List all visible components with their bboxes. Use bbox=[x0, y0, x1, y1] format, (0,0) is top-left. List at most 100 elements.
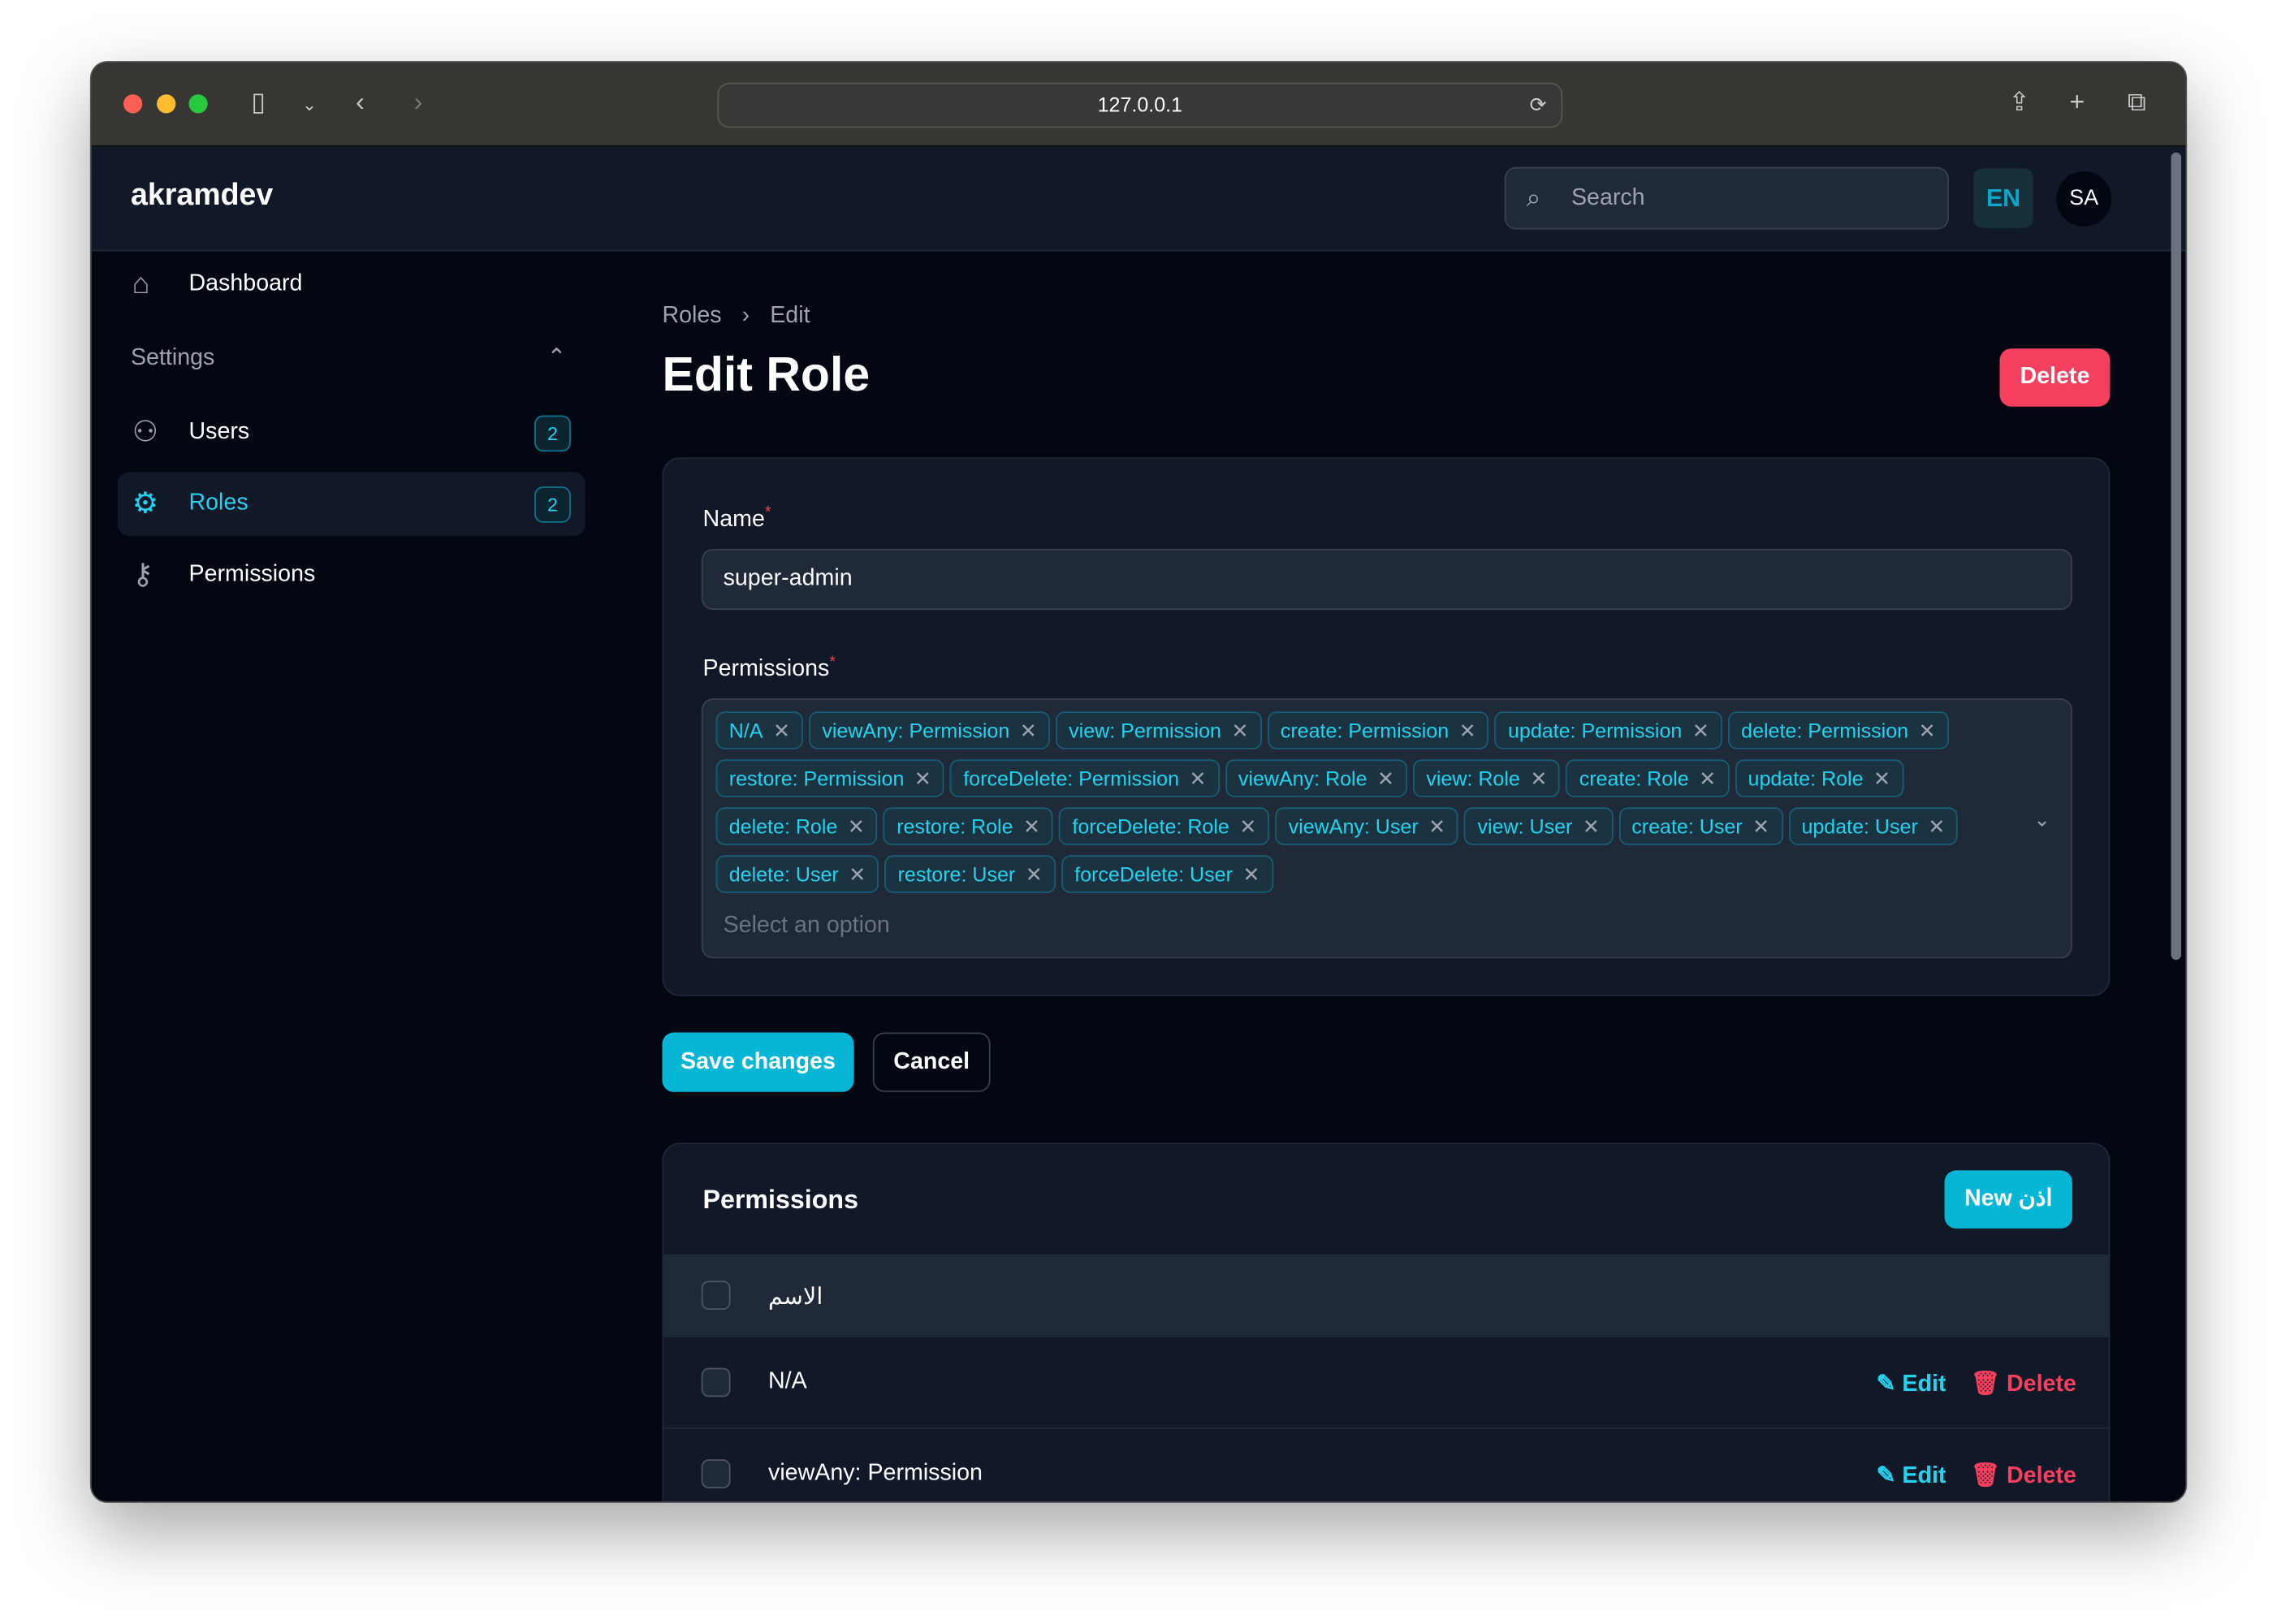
remove-tag-icon[interactable]: ✕ bbox=[1428, 814, 1445, 838]
reload-icon[interactable]: ⟳ bbox=[1530, 84, 1547, 127]
remove-tag-icon[interactable]: ✕ bbox=[1023, 814, 1040, 838]
delete-row-button[interactable]: 🗑 Delete bbox=[1971, 1369, 2076, 1398]
sidebar-group-settings[interactable]: Settings ⌃ bbox=[131, 346, 566, 372]
remove-tag-icon[interactable]: ✕ bbox=[773, 719, 790, 742]
sidebar-item-dashboard[interactable]: ⌂ Dashboard bbox=[118, 253, 585, 317]
scrollbar[interactable] bbox=[2171, 152, 2182, 961]
permission-tag: create: User ✕ bbox=[1618, 807, 1783, 845]
sidebar-item-roles[interactable]: ⚙ Roles 2 bbox=[117, 472, 585, 536]
url-text: 127.0.0.1 bbox=[1097, 93, 1183, 117]
sidebar-item-users[interactable]: ⚇ Users 2 bbox=[118, 401, 585, 465]
select-placeholder[interactable]: Select an option bbox=[724, 914, 890, 939]
gear-icon: ⚙ bbox=[132, 487, 158, 520]
remove-tag-icon[interactable]: ✕ bbox=[1190, 767, 1207, 790]
permissions-multiselect[interactable]: N/A ✕ viewAny: Permission ✕ view: Permission… bbox=[701, 698, 2072, 959]
remove-tag-icon[interactable]: ✕ bbox=[1919, 719, 1936, 742]
remove-tag-icon[interactable]: ✕ bbox=[1026, 862, 1043, 886]
column-header-name[interactable]: الاسم bbox=[768, 1282, 823, 1311]
remove-tag-icon[interactable]: ✕ bbox=[1459, 719, 1476, 742]
language-switcher[interactable]: EN bbox=[1973, 168, 2033, 228]
address-bar[interactable]: 127.0.0.1 ⟳ bbox=[717, 82, 1563, 128]
browser-titlebar: ▯ ⌄ ‹ › 127.0.0.1 ⟳ ⇪ + ⧉ bbox=[91, 62, 2186, 147]
breadcrumb-roles[interactable]: Roles bbox=[662, 304, 721, 328]
tag-label: update: Role bbox=[1748, 767, 1864, 790]
save-changes-button[interactable]: Save changes bbox=[662, 1032, 854, 1092]
tag-label: viewAny: Permission bbox=[822, 719, 1010, 742]
tag-label: delete: Role bbox=[728, 814, 838, 838]
tag-label: delete: Permission bbox=[1741, 719, 1909, 742]
tag-label: forceDelete: Permission bbox=[963, 767, 1180, 790]
delete-row-button[interactable]: 🗑 Delete bbox=[1971, 1461, 2076, 1490]
delete-label: Delete bbox=[2007, 1371, 2076, 1397]
permission-tag: forceDelete: Permission ✕ bbox=[950, 759, 1220, 797]
tabs-overview-icon[interactable]: ⧉ bbox=[2128, 87, 2146, 118]
search-input[interactable]: ⌕ Search bbox=[1504, 166, 1949, 230]
remove-tag-icon[interactable]: ✕ bbox=[849, 862, 866, 886]
tag-label: delete: User bbox=[728, 862, 839, 886]
search-placeholder: Search bbox=[1571, 185, 1645, 211]
chevron-down-icon[interactable]: ⌄ bbox=[2033, 807, 2050, 831]
delete-role-button[interactable]: Delete bbox=[1999, 348, 2111, 407]
remove-tag-icon[interactable]: ✕ bbox=[1239, 814, 1256, 838]
remove-tag-icon[interactable]: ✕ bbox=[1928, 814, 1945, 838]
required-marker: * bbox=[764, 503, 771, 521]
permission-tag: N/A ✕ bbox=[715, 711, 804, 749]
name-label: Name* bbox=[703, 504, 771, 533]
remove-tag-icon[interactable]: ✕ bbox=[1231, 719, 1248, 742]
chevron-down-icon[interactable]: ⌄ bbox=[302, 94, 317, 114]
user-avatar[interactable]: SA bbox=[2056, 171, 2112, 227]
new-tab-icon[interactable]: + bbox=[2069, 87, 2085, 118]
brand-logo[interactable]: akramdev bbox=[131, 179, 273, 214]
remove-tag-icon[interactable]: ✕ bbox=[1699, 767, 1716, 790]
permission-tag: create: Role ✕ bbox=[1566, 759, 1730, 797]
users-icon: ⚇ bbox=[132, 417, 158, 449]
row-checkbox[interactable] bbox=[701, 1367, 731, 1397]
row-checkbox[interactable] bbox=[701, 1459, 731, 1489]
remove-tag-icon[interactable]: ✕ bbox=[1530, 767, 1547, 790]
tag-label: view: Permission bbox=[1069, 719, 1221, 742]
new-permission-button[interactable]: New اذن bbox=[1944, 1170, 2072, 1229]
edit-row-button[interactable]: ✎ Edit bbox=[1876, 1369, 1946, 1398]
permission-tag: view: Permission ✕ bbox=[1056, 711, 1262, 749]
selected-tags: N/A ✕ viewAny: Permission ✕ view: Permission… bbox=[715, 711, 2023, 903]
tag-label: update: User bbox=[1801, 814, 1918, 838]
edit-label: Edit bbox=[1902, 1463, 1946, 1489]
cancel-button[interactable]: Cancel bbox=[872, 1032, 991, 1092]
minimize-window-button[interactable] bbox=[157, 94, 176, 114]
remove-tag-icon[interactable]: ✕ bbox=[1873, 767, 1890, 790]
back-icon[interactable]: ‹ bbox=[356, 87, 365, 118]
permission-tag: delete: User ✕ bbox=[715, 855, 879, 893]
maximize-window-button[interactable] bbox=[188, 94, 208, 114]
name-input[interactable]: super-admin bbox=[701, 548, 2072, 611]
sidebar-toggle-icon[interactable]: ▯ bbox=[251, 87, 266, 118]
remove-tag-icon[interactable]: ✕ bbox=[1377, 767, 1394, 790]
table-header: الاسم bbox=[663, 1255, 2109, 1337]
chevron-up-icon[interactable]: ⌃ bbox=[547, 343, 566, 372]
tag-label: create: Permission bbox=[1280, 719, 1450, 742]
remove-tag-icon[interactable]: ✕ bbox=[1020, 719, 1037, 742]
edit-label: Edit bbox=[1902, 1371, 1946, 1397]
edit-row-button[interactable]: ✎ Edit bbox=[1876, 1461, 1946, 1490]
remove-tag-icon[interactable]: ✕ bbox=[1242, 862, 1259, 886]
permissions-relation-card: Permissions New اذن الاسم N/A ✎ Edit 🗑 Del… bbox=[662, 1142, 2111, 1502]
select-all-checkbox[interactable] bbox=[701, 1281, 731, 1311]
sidebar-item-permissions[interactable]: ⚷ Permissions bbox=[118, 543, 585, 607]
forward-icon[interactable]: › bbox=[414, 87, 423, 118]
tag-label: update: Permission bbox=[1507, 719, 1683, 742]
remove-tag-icon[interactable]: ✕ bbox=[848, 814, 865, 838]
remove-tag-icon[interactable]: ✕ bbox=[1692, 719, 1709, 742]
required-marker: * bbox=[829, 653, 836, 672]
permissions-label: Permissions* bbox=[703, 654, 836, 683]
permission-tag: create: Permission ✕ bbox=[1267, 711, 1489, 749]
remove-tag-icon[interactable]: ✕ bbox=[1752, 814, 1769, 838]
tag-label: forceDelete: Role bbox=[1072, 814, 1229, 838]
tag-label: view: Role bbox=[1426, 767, 1520, 790]
tag-label: viewAny: User bbox=[1288, 814, 1419, 838]
remove-tag-icon[interactable]: ✕ bbox=[914, 767, 931, 790]
tag-label: forceDelete: User bbox=[1074, 862, 1233, 886]
share-icon[interactable]: ⇪ bbox=[2008, 87, 2030, 118]
permission-tag: update: Role ✕ bbox=[1735, 759, 1904, 797]
remove-tag-icon[interactable]: ✕ bbox=[1583, 814, 1600, 838]
chevron-right-icon: › bbox=[741, 303, 750, 329]
close-window-button[interactable] bbox=[123, 94, 143, 114]
